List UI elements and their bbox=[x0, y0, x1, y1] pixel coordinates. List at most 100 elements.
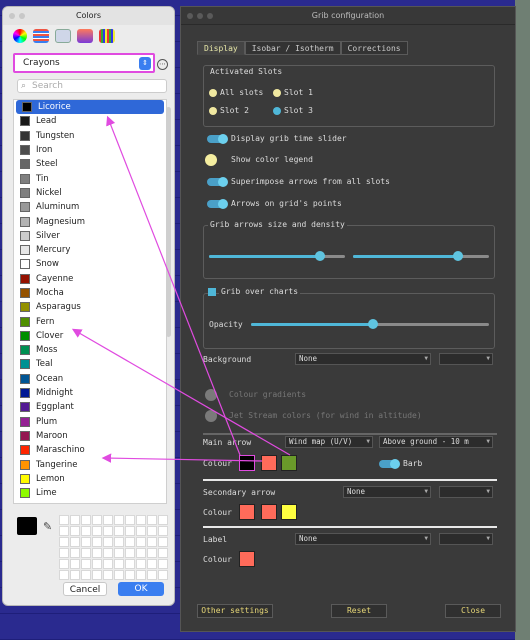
crayon-item[interactable]: Lead bbox=[14, 114, 166, 128]
custom-swatch-slot[interactable] bbox=[59, 526, 69, 536]
close-button[interactable]: Close bbox=[445, 604, 501, 618]
time-slider-toggle[interactable] bbox=[207, 134, 228, 144]
crayon-item[interactable]: Licorice bbox=[16, 100, 164, 115]
custom-swatch-slot[interactable] bbox=[114, 515, 124, 525]
slider-knob[interactable] bbox=[315, 251, 325, 261]
crayon-item[interactable]: Steel bbox=[14, 157, 166, 171]
reset-button[interactable]: Reset bbox=[331, 604, 387, 618]
custom-swatch-slot[interactable] bbox=[81, 526, 91, 536]
custom-swatch-slot[interactable] bbox=[125, 548, 135, 558]
all-slots-radio[interactable]: All slots bbox=[209, 88, 263, 97]
custom-swatch-slot[interactable] bbox=[114, 526, 124, 536]
image-palettes-icon[interactable] bbox=[77, 29, 93, 43]
over-charts-checkbox[interactable] bbox=[208, 288, 216, 296]
crayon-item[interactable]: Cayenne bbox=[14, 272, 166, 286]
custom-swatch-slot[interactable] bbox=[125, 559, 135, 569]
custom-swatch-slot[interactable] bbox=[125, 515, 135, 525]
custom-swatch-slot[interactable] bbox=[147, 515, 157, 525]
custom-swatch-slot[interactable] bbox=[103, 515, 113, 525]
cancel-button[interactable]: Cancel bbox=[63, 582, 107, 596]
custom-swatch-slot[interactable] bbox=[125, 537, 135, 547]
barb-toggle[interactable] bbox=[379, 459, 400, 469]
crayon-item[interactable]: Snow bbox=[14, 257, 166, 271]
slot3-radio[interactable]: Slot 3 bbox=[273, 106, 313, 115]
custom-swatch-slot[interactable] bbox=[103, 537, 113, 547]
custom-swatch-slot[interactable] bbox=[147, 570, 157, 580]
jet-stream-radio[interactable] bbox=[205, 410, 217, 422]
crayon-item[interactable]: Eggplant bbox=[14, 400, 166, 414]
search-input[interactable]: ⌕ Search bbox=[17, 79, 167, 93]
grid-points-toggle[interactable] bbox=[207, 199, 228, 209]
other-settings-button[interactable]: Other settings bbox=[197, 604, 273, 618]
crayon-item[interactable]: Fern bbox=[14, 314, 166, 328]
custom-swatch-slot[interactable] bbox=[81, 515, 91, 525]
custom-swatch-slot[interactable] bbox=[92, 570, 102, 580]
custom-swatch-slot[interactable] bbox=[81, 548, 91, 558]
main-colour-swatch-3[interactable] bbox=[281, 455, 297, 471]
list-scrollbar[interactable] bbox=[166, 107, 171, 337]
show-legend-radio[interactable] bbox=[205, 154, 217, 166]
crayon-item[interactable]: Asparagus bbox=[14, 300, 166, 314]
crayon-item[interactable]: Magnesium bbox=[14, 214, 166, 228]
crayon-item[interactable]: Teal bbox=[14, 357, 166, 371]
crayon-item[interactable]: Lime bbox=[14, 486, 166, 500]
secondary-colour-swatch-1[interactable] bbox=[239, 504, 255, 520]
secondary-colour-swatch-3[interactable] bbox=[281, 504, 297, 520]
sliders-icon[interactable] bbox=[33, 29, 49, 43]
custom-swatch-slot[interactable] bbox=[70, 537, 80, 547]
crayon-item[interactable]: Mercury bbox=[14, 243, 166, 257]
superimpose-toggle[interactable] bbox=[207, 177, 228, 187]
custom-swatch-slot[interactable] bbox=[59, 537, 69, 547]
custom-swatch-slot[interactable] bbox=[125, 570, 135, 580]
main-arrow-select[interactable]: Wind map (U/V) ▼ bbox=[285, 436, 373, 448]
label-select[interactable]: None ▼ bbox=[295, 533, 431, 545]
background-select[interactable]: None ▼ bbox=[295, 353, 431, 365]
main-arrow-level-select[interactable]: Above ground - 10 m ▼ bbox=[379, 436, 493, 448]
custom-swatch-slot[interactable] bbox=[103, 526, 113, 536]
custom-swatch-slot[interactable] bbox=[70, 559, 80, 569]
custom-swatch-slot[interactable] bbox=[158, 537, 168, 547]
slider-knob[interactable] bbox=[453, 251, 463, 261]
tab-display[interactable]: Display bbox=[197, 41, 245, 55]
current-color-swatch[interactable] bbox=[17, 517, 37, 535]
crayon-item[interactable]: Maraschino bbox=[14, 443, 166, 457]
custom-swatch-slot[interactable] bbox=[114, 570, 124, 580]
custom-swatch-slot[interactable] bbox=[158, 548, 168, 558]
custom-swatch-slot[interactable] bbox=[136, 515, 146, 525]
main-colour-swatch-2[interactable] bbox=[261, 455, 277, 471]
custom-swatch-slot[interactable] bbox=[103, 570, 113, 580]
slider-knob[interactable] bbox=[368, 319, 378, 329]
palettes-icon[interactable] bbox=[55, 29, 71, 43]
secondary-sub-select[interactable]: ▼ bbox=[439, 486, 493, 498]
arrow-density-slider[interactable] bbox=[353, 251, 489, 261]
slot1-radio[interactable]: Slot 1 bbox=[273, 88, 313, 97]
crayon-item[interactable]: Maroon bbox=[14, 429, 166, 443]
crayon-item[interactable]: Silver bbox=[14, 229, 166, 243]
crayon-item[interactable]: Ocean bbox=[14, 372, 166, 386]
custom-swatch-slot[interactable] bbox=[103, 548, 113, 558]
main-colour-swatch-1[interactable] bbox=[239, 455, 255, 471]
custom-swatch-slot[interactable] bbox=[81, 537, 91, 547]
custom-swatch-slot[interactable] bbox=[114, 548, 124, 558]
custom-swatch-slot[interactable] bbox=[158, 515, 168, 525]
crayon-item[interactable]: Plum bbox=[14, 415, 166, 429]
crayon-item[interactable]: Tangerine bbox=[14, 457, 166, 471]
color-wheel-icon[interactable] bbox=[13, 29, 27, 43]
custom-swatch-slot[interactable] bbox=[70, 570, 80, 580]
ok-button[interactable]: OK bbox=[118, 582, 164, 596]
custom-swatch-slot[interactable] bbox=[92, 548, 102, 558]
crayon-item[interactable]: Mocha bbox=[14, 286, 166, 300]
custom-swatch-slot[interactable] bbox=[147, 548, 157, 558]
custom-swatch-slot[interactable] bbox=[81, 559, 91, 569]
custom-swatch-slot[interactable] bbox=[136, 537, 146, 547]
crayon-item[interactable]: Nickel bbox=[14, 186, 166, 200]
custom-swatch-slot[interactable] bbox=[136, 526, 146, 536]
close-window-icon[interactable] bbox=[187, 13, 193, 19]
zoom-window-icon[interactable] bbox=[207, 13, 213, 19]
arrow-size-slider[interactable] bbox=[209, 251, 345, 261]
custom-swatch-slot[interactable] bbox=[92, 515, 102, 525]
crayon-item[interactable]: Lemon bbox=[14, 472, 166, 486]
custom-swatch-slot[interactable] bbox=[136, 570, 146, 580]
custom-swatch-slot[interactable] bbox=[158, 559, 168, 569]
custom-swatch-slot[interactable] bbox=[59, 548, 69, 558]
